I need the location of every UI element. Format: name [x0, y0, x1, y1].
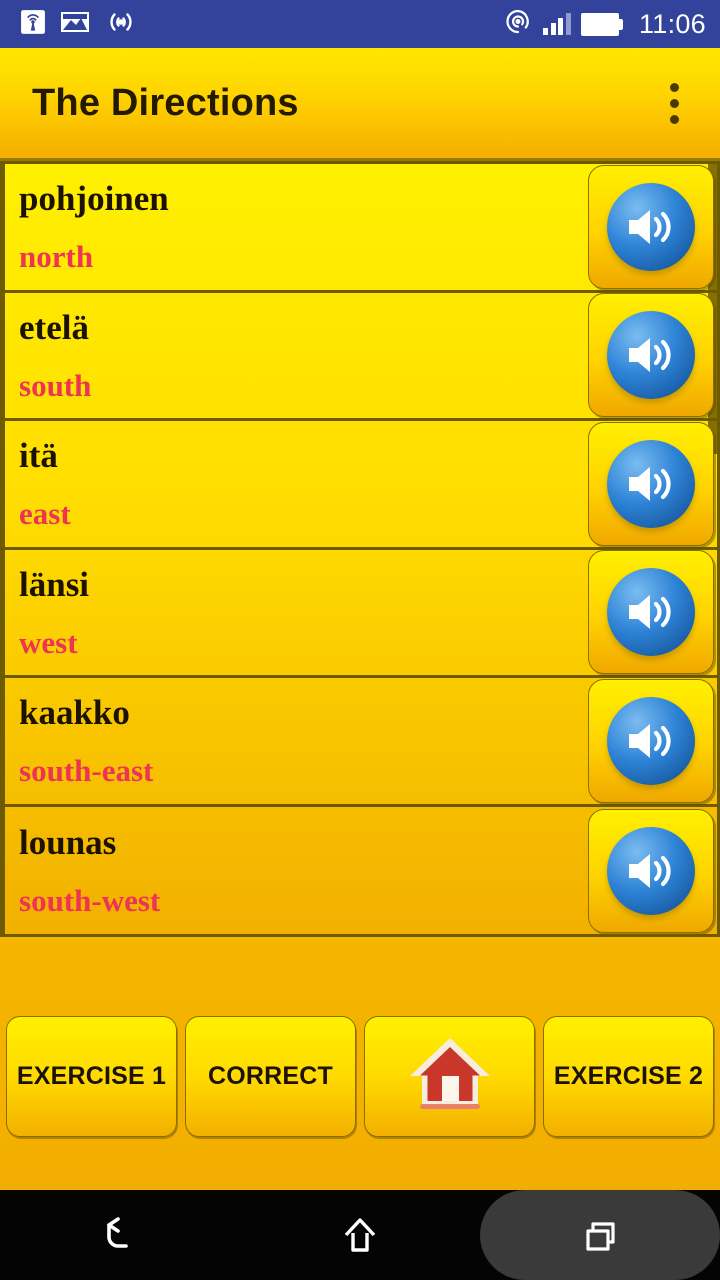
- speaker-cell: [585, 678, 717, 803]
- speaker-cell: [585, 550, 717, 675]
- exercise-1-label: EXERCISE 1: [16, 1062, 167, 1090]
- battery-icon: [580, 12, 623, 36]
- back-nav-icon[interactable]: [0, 1190, 240, 1280]
- list-item-texts: pohjoinen north: [5, 181, 585, 272]
- correct-label: CORRECT: [207, 1062, 333, 1090]
- cellular-signal-icon: [543, 13, 571, 35]
- vocab-word: etelä: [19, 307, 89, 347]
- correct-button[interactable]: CORRECT: [185, 1016, 356, 1137]
- speaker-icon: [607, 311, 695, 400]
- list-item[interactable]: etelä south: [5, 293, 717, 421]
- speaker-cell: [585, 164, 717, 289]
- speaker-cell: [585, 421, 717, 546]
- home-icon: [404, 1032, 496, 1121]
- speaker-icon: [607, 439, 695, 528]
- speaker-icon: [607, 182, 695, 271]
- speaker-cell: [585, 808, 717, 933]
- broadcast-tower-icon: [20, 9, 46, 40]
- exercise-1-button[interactable]: EXERCISE 1: [6, 1016, 177, 1137]
- speaker-cell: [585, 293, 717, 418]
- list-item[interactable]: lounas south-west: [5, 807, 717, 935]
- vocab-translation: south-west: [19, 883, 161, 919]
- play-audio-button[interactable]: [588, 421, 714, 546]
- list-item[interactable]: itä east: [5, 421, 717, 550]
- status-bar-right-icons: 11:06: [503, 8, 706, 41]
- list-item-texts: etelä south: [5, 310, 585, 401]
- status-bar-clock: 11:06: [638, 8, 706, 39]
- android-nav-bar: [0, 1190, 720, 1280]
- list-item-texts: lounas south-west: [5, 825, 585, 916]
- status-bar: 11:06: [0, 0, 720, 48]
- status-bar-left-icons: [20, 9, 138, 40]
- wireless-signal-icon: [104, 9, 138, 40]
- list-item[interactable]: länsi west: [5, 550, 717, 678]
- play-audio-button[interactable]: [588, 678, 714, 803]
- list-item[interactable]: pohjoinen north: [5, 164, 717, 293]
- vocab-translation: north: [19, 239, 94, 275]
- speaker-icon: [607, 568, 695, 657]
- recents-nav-icon[interactable]: [480, 1190, 720, 1280]
- list-item-texts: länsi west: [5, 567, 585, 658]
- vocab-word: pohjoinen: [19, 179, 169, 219]
- home-nav-icon[interactable]: [240, 1190, 480, 1280]
- exercise-2-label: EXERCISE 2: [553, 1062, 704, 1090]
- phone-screen: 11:06 The Directions pohjoinen north ete…: [0, 0, 720, 1280]
- list-item-texts: itä east: [5, 438, 585, 529]
- exercise-2-button[interactable]: EXERCISE 2: [543, 1016, 714, 1137]
- play-audio-button[interactable]: [588, 808, 714, 933]
- image-icon: [60, 9, 90, 40]
- vocab-translation: south: [19, 367, 92, 403]
- vocab-word: länsi: [19, 564, 90, 604]
- vocab-translation: east: [19, 496, 71, 532]
- bottom-button-bar: EXERCISE 1 CORRECT EXERCISE 2: [0, 937, 720, 1190]
- action-bar: The Directions: [0, 48, 720, 161]
- vocab-word: lounas: [19, 823, 117, 863]
- list-item-texts: kaakko south-east: [5, 695, 585, 786]
- vocab-translation: west: [19, 624, 78, 660]
- vocab-translation: south-east: [19, 753, 154, 789]
- home-button[interactable]: [364, 1016, 535, 1137]
- vocabulary-list[interactable]: pohjoinen north etelä south itä east län…: [0, 161, 720, 937]
- list-item[interactable]: kaakko south-east: [5, 678, 717, 807]
- play-audio-button[interactable]: [588, 550, 714, 675]
- vocab-word: itä: [19, 436, 58, 476]
- speaker-icon: [607, 696, 695, 785]
- play-audio-button[interactable]: [588, 293, 714, 418]
- vocab-word: kaakko: [19, 693, 130, 733]
- hotspot-icon: [503, 8, 533, 41]
- overflow-menu-icon[interactable]: [646, 67, 702, 139]
- play-audio-button[interactable]: [588, 164, 714, 289]
- speaker-icon: [607, 826, 695, 915]
- page-title: The Directions: [32, 81, 299, 124]
